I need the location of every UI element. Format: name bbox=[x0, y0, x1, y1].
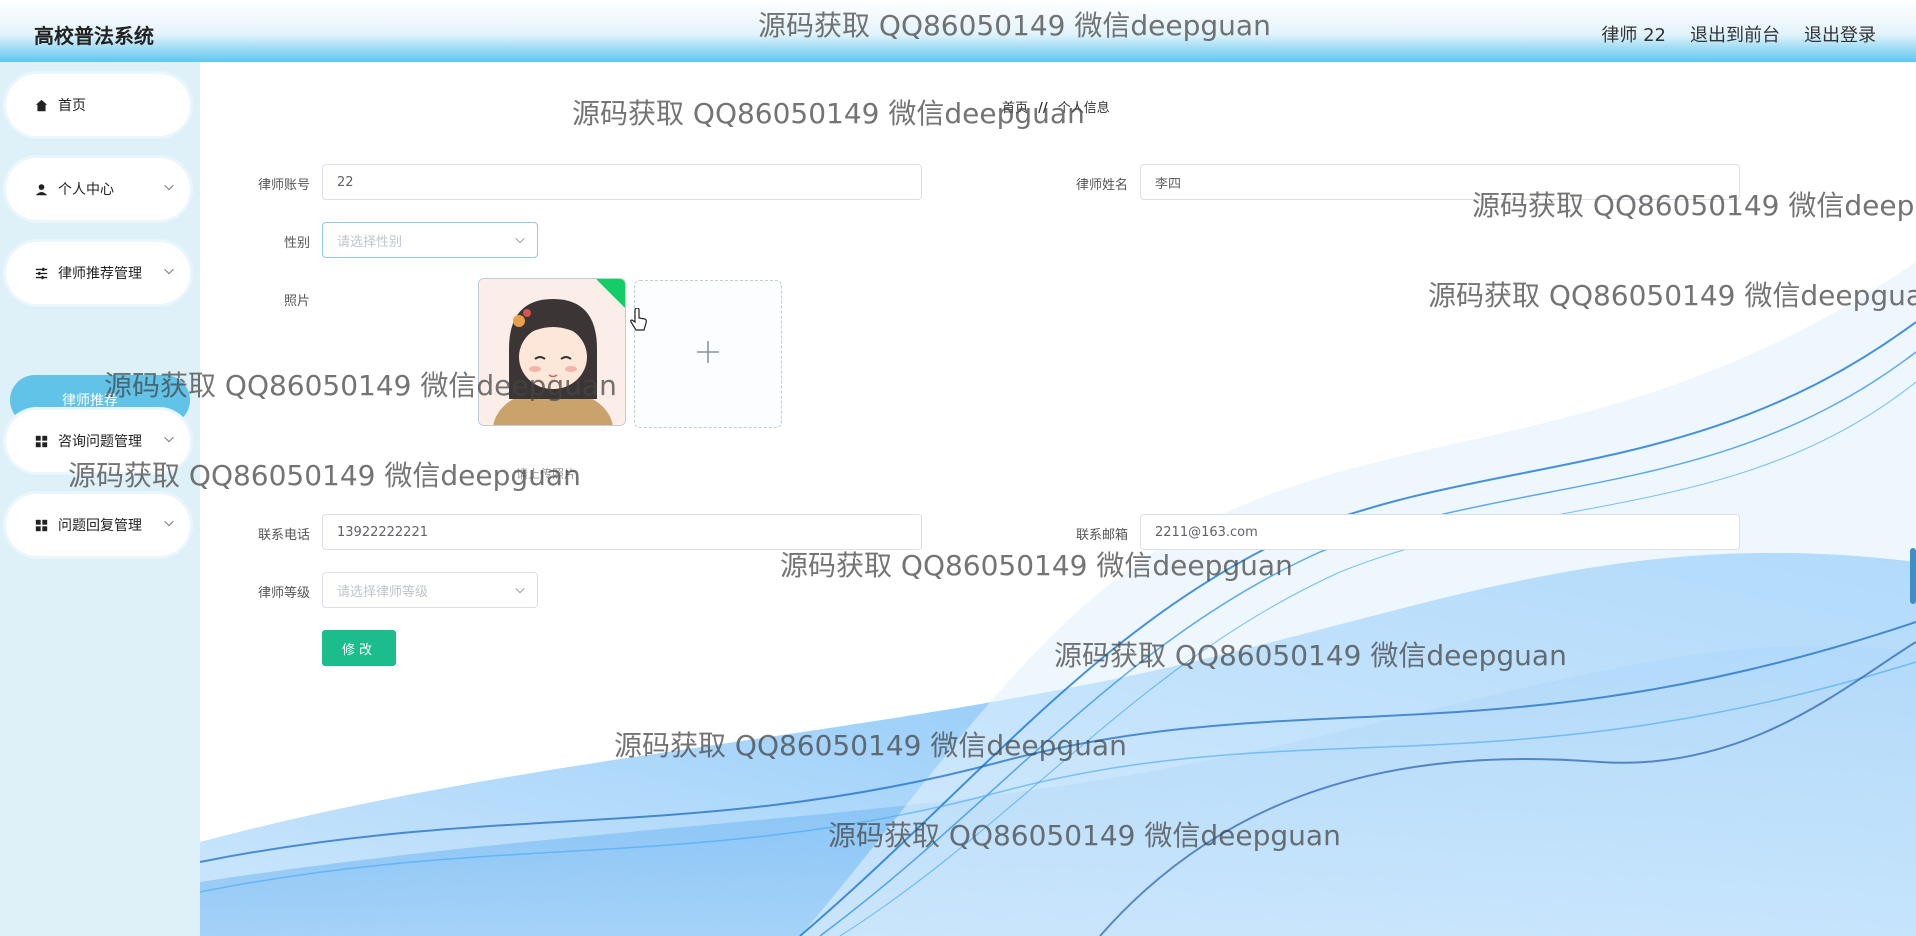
sidebar: 首页 个人中心 律师推荐管理 律师推荐 咨询问题管理 问题回复管理 bbox=[0, 62, 200, 936]
level-select[interactable]: 请选择律师等级 bbox=[322, 572, 538, 608]
email-field[interactable]: 2211@163.com bbox=[1140, 514, 1740, 550]
breadcrumb-home[interactable]: 首页 bbox=[1002, 101, 1028, 116]
scrollbar[interactable] bbox=[1902, 62, 1916, 936]
grid-icon bbox=[34, 434, 48, 448]
uploaded-photo[interactable] bbox=[478, 278, 626, 426]
grid-icon bbox=[34, 518, 48, 532]
sidebar-item-home[interactable]: 首页 bbox=[6, 74, 190, 136]
chevron-down-icon bbox=[513, 583, 527, 597]
user-icon bbox=[34, 182, 48, 196]
plus-icon bbox=[695, 339, 721, 369]
chevron-down-icon bbox=[513, 233, 527, 247]
sidebar-item-label: 律师推荐管理 bbox=[58, 266, 142, 282]
gender-placeholder: 请选择性别 bbox=[337, 234, 403, 250]
scrollbar-thumb[interactable] bbox=[1910, 548, 1916, 604]
photo-hint: 请上传照片 bbox=[516, 467, 577, 481]
sidebar-item-lawyer-recommend-mgmt[interactable]: 律师推荐管理 bbox=[6, 242, 190, 304]
name-field[interactable]: 李四 bbox=[1140, 164, 1740, 200]
name-label: 律师姓名 bbox=[1075, 178, 1128, 193]
phone-label: 联系电话 bbox=[257, 528, 310, 543]
phone-field[interactable]: 13922222221 bbox=[322, 514, 922, 550]
account-label: 律师账号 bbox=[257, 178, 310, 193]
chevron-down-icon bbox=[162, 180, 178, 196]
sliders-icon bbox=[34, 266, 48, 280]
mouse-cursor-icon bbox=[630, 307, 648, 332]
sidebar-item-consult-question-mgmt[interactable]: 咨询问题管理 bbox=[6, 410, 190, 472]
email-label: 联系邮箱 bbox=[1075, 528, 1128, 543]
photo-label: 照片 bbox=[283, 294, 310, 309]
sidebar-item-label: 咨询问题管理 bbox=[58, 434, 142, 450]
sidebar-item-label: 首页 bbox=[58, 98, 86, 114]
sidebar-item-personal-center[interactable]: 个人中心 bbox=[6, 158, 190, 220]
home-icon bbox=[34, 98, 48, 112]
breadcrumb: 首页 // 个人信息 bbox=[1002, 97, 1110, 116]
sidebar-item-reply-mgmt[interactable]: 问题回复管理 bbox=[6, 494, 190, 556]
sidebar-item-label: 问题回复管理 bbox=[58, 518, 142, 534]
account-field[interactable]: 22 bbox=[322, 164, 922, 200]
breadcrumb-separator: // bbox=[1038, 101, 1048, 116]
exit-to-front-link[interactable]: 退出到前台 bbox=[1690, 21, 1780, 47]
submit-button[interactable]: 修改 bbox=[322, 630, 396, 666]
sidebar-item-label: 个人中心 bbox=[58, 182, 114, 198]
gender-label: 性别 bbox=[283, 236, 310, 251]
chevron-down-icon bbox=[162, 264, 178, 280]
current-user[interactable]: 律师 22 bbox=[1601, 21, 1666, 47]
level-label: 律师等级 bbox=[257, 586, 310, 601]
gender-select[interactable]: 请选择性别 bbox=[322, 222, 538, 258]
avatar-illustration bbox=[479, 279, 625, 425]
photo-upload-button[interactable] bbox=[634, 280, 782, 428]
header-links: 律师 22 退出到前台 退出登录 bbox=[1601, 21, 1876, 47]
app-title: 高校普法系统 bbox=[34, 24, 154, 48]
main-content: 首页 // 个人信息 律师账号 22 律师姓名 李四 性别 请选择性别 照片 请… bbox=[200, 62, 1916, 936]
top-header: 高校普法系统 律师 22 退出到前台 退出登录 bbox=[0, 0, 1916, 62]
chevron-down-icon bbox=[162, 516, 178, 532]
chevron-down-icon bbox=[162, 432, 178, 448]
level-placeholder: 请选择律师等级 bbox=[337, 584, 429, 600]
breadcrumb-current: 个人信息 bbox=[1057, 101, 1110, 116]
logout-link[interactable]: 退出登录 bbox=[1804, 21, 1876, 47]
